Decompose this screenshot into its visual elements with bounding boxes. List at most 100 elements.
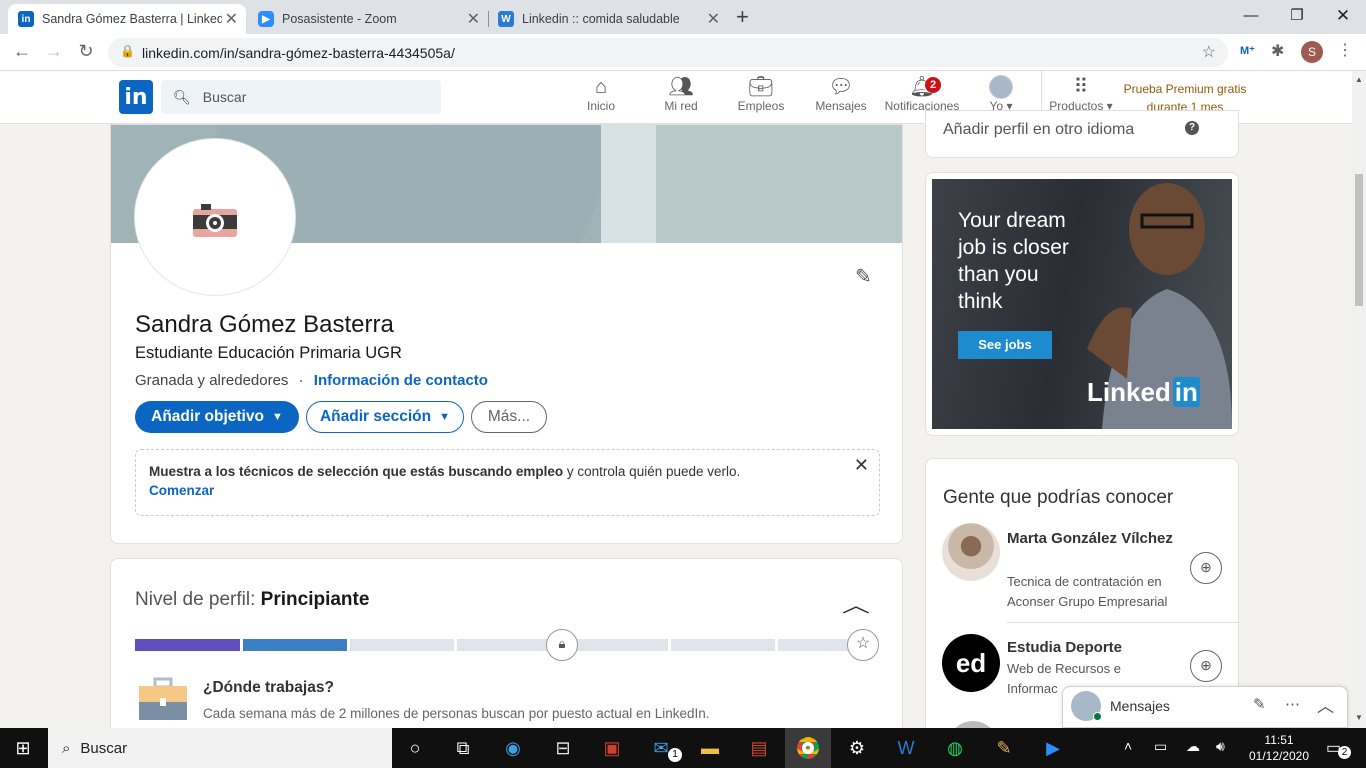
task-view-icon[interactable]: ⧉ [440, 728, 486, 768]
close-icon[interactable]: ✕ [854, 456, 869, 475]
puzzle-icon[interactable]: ✱ [1271, 41, 1284, 61]
messaging-bar[interactable]: Mensajes ✎ ⋯ ︿ [1062, 686, 1348, 728]
close-icon[interactable]: ✕ [225, 9, 238, 29]
nav-inicio[interactable]: ⌂ Inicio [561, 75, 641, 113]
other-language-card: Añadir perfil en otro idioma ? [925, 110, 1239, 158]
browser-tab-strip: in Sandra Gómez Basterra | LinkedIn ✕ ▶ … [0, 0, 1366, 34]
menu-icon[interactable]: ⋮ [1337, 40, 1353, 60]
tab-word-doc[interactable]: W Linkedin :: comida saludable ✕ [488, 4, 728, 34]
search-input[interactable]: 🔍︎ Buscar [161, 80, 441, 114]
add-language-profile-link[interactable]: Añadir perfil en otro idioma [943, 121, 1134, 139]
profile-level-title: Nivel de perfil: Principiante [135, 589, 370, 610]
compose-icon[interactable]: ✎ [1253, 695, 1266, 713]
profile-avatar[interactable]: S [1301, 41, 1323, 63]
new-tab-button[interactable]: + [736, 4, 749, 30]
zoom-icon[interactable]: ▶ [1030, 728, 1076, 768]
profile-level-progress [135, 639, 851, 651]
network-icon[interactable]: ☁ [1186, 738, 1200, 755]
star-icon: ☆ [847, 629, 879, 661]
chevron-down-icon: ▼ [439, 411, 450, 423]
search-icon: 🔍︎ [173, 88, 191, 105]
close-icon[interactable]: ✕ [707, 9, 720, 29]
battery-icon[interactable]: ▭ [1154, 738, 1167, 755]
zoom-icon: ▶ [258, 11, 274, 27]
lock-icon: 🔒︎ [546, 629, 578, 661]
cortana-icon[interactable]: ○ [392, 728, 438, 768]
word-icon[interactable]: W [883, 728, 929, 768]
connect-button[interactable]: ⊕ [1190, 650, 1222, 682]
more-options-icon[interactable]: ⋯ [1285, 695, 1300, 713]
ad-banner[interactable]: Your dream job is closer than you think … [932, 179, 1232, 429]
chevron-up-icon[interactable]: ︿ [842, 589, 870, 618]
more-button[interactable]: Más... [471, 401, 547, 433]
paint-icon[interactable]: ✎ [981, 728, 1027, 768]
network-icon: 👥︎ [668, 76, 694, 98]
forward-button[interactable]: → [42, 41, 66, 62]
close-window-button[interactable]: ✕ [1320, 4, 1366, 28]
person-description: Tecnica de contratación en Aconser Grupo… [1007, 574, 1168, 609]
tab-linkedin-profile[interactable]: in Sandra Gómez Basterra | LinkedIn ✕ [8, 4, 246, 34]
scrollbar-thumb[interactable] [1355, 174, 1363, 306]
progress-segment [350, 639, 454, 651]
whatsapp-icon[interactable]: ◍ [932, 728, 978, 768]
windows-start-icon[interactable]: ⊞ [0, 728, 46, 768]
person-name[interactable]: Marta González Vílchez [1007, 527, 1177, 551]
close-icon[interactable]: ✕ [467, 9, 480, 29]
progress-segment [243, 639, 347, 651]
address-bar[interactable]: 🔒 linkedin.com/in/sandra-gómez-basterra-… [108, 38, 1228, 67]
clock[interactable]: 11:51 01/12/2020 [1244, 732, 1314, 764]
camera-icon [193, 204, 237, 237]
edit-pencil-icon[interactable]: ✎ [855, 264, 872, 289]
extension-icon[interactable]: M⁺ [1240, 44, 1255, 57]
progress-segment [135, 639, 240, 651]
briefcase-icon: 💼︎ [748, 76, 774, 98]
add-objective-button[interactable]: Añadir objetivo ▼ [135, 401, 299, 433]
nav-productos[interactable]: ⠿ Productos ▾ [1041, 75, 1121, 113]
online-status-icon [1093, 712, 1102, 721]
file-explorer-icon[interactable]: ▬ [687, 728, 733, 768]
store-icon[interactable]: ⊟ [540, 728, 586, 768]
minimize-button[interactable]: — [1228, 4, 1274, 28]
profile-photo[interactable] [135, 139, 295, 295]
linkedin-logo[interactable]: in [119, 80, 153, 114]
where-work-question: ¿Dónde trabajas? [203, 679, 334, 696]
maximize-button[interactable]: ❐ [1274, 4, 1320, 28]
see-jobs-button[interactable]: See jobs [958, 331, 1052, 359]
progress-segment [671, 639, 775, 651]
nav-yo[interactable]: Yo ▾ [961, 75, 1041, 113]
notification-badge: 2 [925, 77, 941, 93]
powerpoint-icon[interactable]: ▤ [736, 728, 782, 768]
nav-mi-red[interactable]: 👥︎ Mi red [641, 75, 721, 113]
start-link[interactable]: Comenzar [149, 483, 214, 498]
contact-info-link[interactable]: Información de contacto [314, 372, 488, 389]
reload-button[interactable]: ↻ [74, 41, 98, 62]
profile-card: ✎ Sandra Gómez Basterra Estudiante Educa… [110, 124, 903, 544]
chevron-up-icon[interactable]: ˄ [1124, 738, 1132, 754]
volume-icon[interactable]: 🔊︎ [1216, 738, 1225, 755]
linkedin-icon: in [18, 11, 34, 27]
page-scrollbar[interactable]: ▲ ▼ [1352, 71, 1366, 728]
connect-button[interactable]: ⊕ [1190, 552, 1222, 584]
settings-gear-icon[interactable]: ⚙ [834, 728, 880, 768]
progress-segment [564, 639, 668, 651]
taskbar-search-input[interactable]: ⌕ Buscar [48, 728, 392, 768]
profile-name: Sandra Gómez Basterra [135, 311, 394, 338]
home-icon: ⌂ [594, 76, 608, 98]
person-name[interactable]: Estudia Deporte [1007, 639, 1122, 656]
nav-notificaciones[interactable]: 🔔︎ 2 Notificaciones [881, 75, 963, 113]
chevron-up-icon[interactable]: ︿ [1317, 692, 1334, 717]
star-icon[interactable]: ☆ [1202, 42, 1216, 62]
add-section-button[interactable]: Añadir sección ▼ [306, 401, 464, 433]
help-icon[interactable]: ? [1185, 121, 1199, 135]
person-avatar[interactable] [942, 523, 1000, 581]
windows-taskbar: ⊞ ⌕ Buscar ○ ⧉ ◉ ⊟ ▣ ✉ 1 ▬ ▤ ⚙ W ◍ ✎ ▶ ˄… [0, 728, 1366, 768]
chrome-icon[interactable] [785, 728, 831, 768]
back-button[interactable]: ← [10, 41, 34, 62]
grid-icon: ⠿ [1073, 76, 1089, 98]
nav-empleos[interactable]: 💼︎ Empleos [721, 75, 801, 113]
app-icon[interactable]: ▣ [589, 728, 635, 768]
estudia-deporte-logo[interactable]: ed [942, 634, 1000, 692]
tab-zoom[interactable]: ▶ Posasistente - Zoom ✕ [248, 4, 488, 34]
edge-icon[interactable]: ◉ [490, 728, 536, 768]
nav-mensajes[interactable]: 💬︎ Mensajes [801, 75, 881, 113]
